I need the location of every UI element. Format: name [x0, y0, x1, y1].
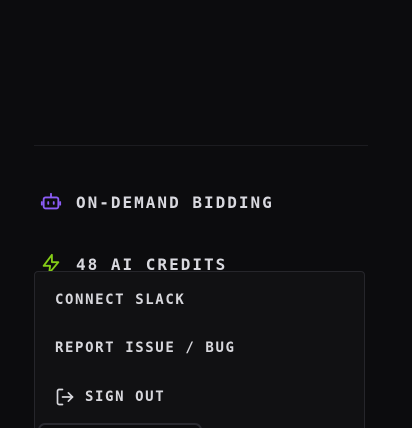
account-menu-page: ON-DEMAND BIDDING 48 AI CREDITS CONNECT …	[0, 0, 412, 428]
robot-icon	[40, 191, 62, 213]
connect-slack-label: CONNECT SLACK	[55, 292, 186, 308]
divider	[34, 145, 368, 146]
on-demand-bidding-item[interactable]: ON-DEMAND BIDDING	[40, 191, 274, 213]
sign-out-button[interactable]: SIGN OUT	[55, 387, 165, 407]
on-demand-bidding-label: ON-DEMAND BIDDING	[76, 192, 274, 212]
report-issue-button[interactable]: REPORT ISSUE / BUG	[55, 340, 236, 356]
account-dropdown: CONNECT SLACK REPORT ISSUE / BUG SIGN OU…	[34, 271, 365, 428]
user-account-button[interactable]	[38, 423, 202, 428]
sign-out-icon	[55, 387, 75, 407]
connect-slack-button[interactable]: CONNECT SLACK	[55, 292, 185, 308]
sign-out-label: SIGN OUT	[85, 389, 166, 405]
report-issue-label: REPORT ISSUE / BUG	[55, 340, 236, 356]
